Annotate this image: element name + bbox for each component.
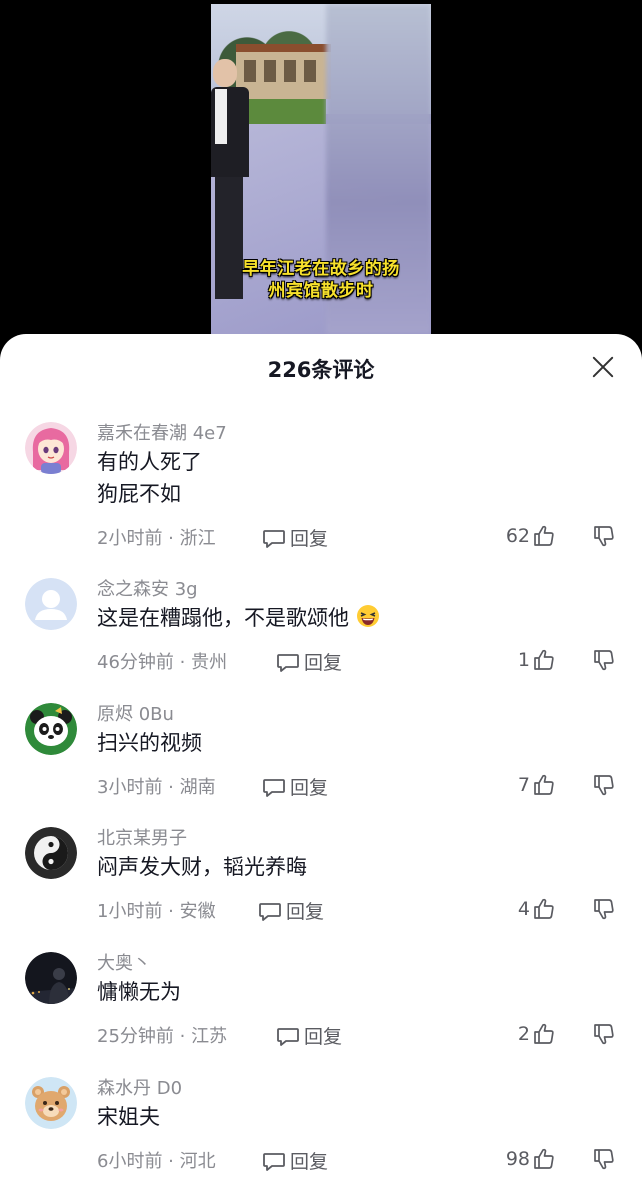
comment-time-location: 6小时前 · 河北 (97, 1151, 216, 1172)
comment-text: 这是在糟蹋他，不是歌颂他 (97, 602, 380, 634)
reply-button[interactable]: 回复 (276, 648, 342, 675)
like-count: 2 (517, 1023, 530, 1045)
reply-label: 回复 (290, 1151, 329, 1173)
video-player[interactable]: 早年江老在故乡的扬 州宾馆散步时 (211, 4, 431, 334)
comment-text-line: 扫兴的视频 (97, 731, 202, 755)
comment-username[interactable]: 北京某男子 (97, 824, 187, 850)
like-count: 62 (505, 525, 530, 547)
comment-username[interactable]: 嘉禾在春潮 4e7 (97, 419, 227, 445)
reply-icon (263, 778, 285, 797)
close-icon[interactable] (590, 354, 616, 380)
reply-label: 回复 (304, 1026, 343, 1048)
avatar[interactable] (25, 422, 77, 474)
like-button[interactable]: 2 (518, 1022, 556, 1046)
video-building (236, 44, 331, 99)
avatar[interactable] (25, 703, 77, 755)
like-button[interactable]: 98 (506, 1147, 556, 1171)
avatar[interactable] (25, 1077, 77, 1129)
reply-button[interactable]: 回复 (262, 524, 328, 551)
yin-yang-avatar-icon (25, 827, 77, 879)
thumbs-up-icon (534, 774, 554, 795)
reply-button[interactable]: 回复 (276, 1022, 342, 1049)
reply-label: 回复 (290, 777, 329, 799)
like-button[interactable]: 4 (518, 897, 556, 921)
like-count: 98 (505, 1148, 530, 1170)
avatar[interactable] (25, 952, 77, 1004)
thumbs-down-icon[interactable] (592, 773, 616, 797)
comment-username[interactable]: 念之森安 3g (97, 575, 198, 601)
reply-icon (259, 902, 281, 921)
thumbs-down-icon[interactable] (592, 897, 616, 921)
comments-header: 226条评论 (0, 334, 642, 400)
laughing-emoji-icon (356, 605, 379, 627)
comments-sheet: 226条评论 嘉禾在春潮 4e7 有的人死了 狗屁不如 2小时前 · 浙江 回复… (0, 334, 642, 1200)
app-screen: 早年江老在故乡的扬 州宾馆散步时 226条评论 嘉禾在春潮 4e7 有的人死了 … (0, 0, 642, 1200)
reply-button[interactable]: 回复 (262, 1147, 328, 1174)
reply-button[interactable]: 回复 (258, 897, 324, 924)
thumbs-up-icon (534, 898, 554, 919)
bear-avatar-icon (25, 1077, 77, 1129)
reply-icon (277, 653, 299, 672)
comment-username[interactable]: 森水丹 D0 (97, 1074, 182, 1100)
thumbs-down-icon[interactable] (592, 524, 616, 548)
thumbs-down-icon[interactable] (592, 1022, 616, 1046)
comment-time-location: 46分钟前 · 贵州 (97, 652, 228, 673)
comment-text-line: 有的人死了 (97, 450, 202, 474)
like-count: 1 (517, 649, 530, 671)
thumbs-up-icon (534, 525, 554, 546)
default-user-avatar-icon (25, 578, 77, 630)
comment-text: 闷声发大财，韬光养晦 (97, 851, 307, 883)
comment-username[interactable]: 原烬 0Bu (97, 700, 174, 726)
reply-label: 回复 (304, 652, 343, 674)
reply-icon (263, 1152, 285, 1171)
video-caption-line1: 早年江老在故乡的扬 (242, 259, 400, 279)
comment-text-line: 狗屁不如 (97, 482, 181, 506)
like-button[interactable]: 1 (518, 648, 556, 672)
thumbs-up-icon (534, 649, 554, 670)
reply-icon (263, 529, 285, 548)
comment-text-line: 这是在糟蹋他，不是歌颂他 (97, 606, 349, 630)
comment-username[interactable]: 大奥丶 (97, 949, 151, 975)
video-caption: 早年江老在故乡的扬 州宾馆散步时 (211, 258, 431, 302)
comment-time-location: 1小时前 · 安徽 (97, 901, 216, 922)
reply-button[interactable]: 回复 (262, 773, 328, 800)
panda-avatar-icon (25, 703, 77, 755)
night-photo-avatar-icon (25, 952, 77, 1004)
comment-text: 宋姐夫 (97, 1101, 160, 1133)
reply-icon (277, 1027, 299, 1046)
comment-time-location: 2小时前 · 浙江 (97, 528, 216, 549)
comment-text-line: 宋姐夫 (97, 1105, 160, 1129)
like-count: 7 (517, 774, 530, 796)
like-count: 4 (517, 898, 530, 920)
comments-count-title: 226条评论 (267, 358, 375, 382)
comment-text-line: 闷声发大财，韬光养晦 (97, 855, 307, 879)
thumbs-up-icon (534, 1023, 554, 1044)
thumbs-up-icon (534, 1148, 554, 1169)
avatar[interactable] (25, 578, 77, 630)
comment-text: 扫兴的视频 (97, 727, 202, 759)
comment-text: 有的人死了 狗屁不如 (97, 446, 202, 510)
comment-text: 慵懒无为 (97, 976, 181, 1008)
video-caption-line2: 州宾馆散步时 (268, 281, 374, 301)
reply-label: 回复 (286, 901, 325, 923)
anime-girl-avatar-icon (25, 422, 77, 474)
comment-text-line: 慵懒无为 (97, 980, 181, 1004)
avatar[interactable] (25, 827, 77, 879)
reply-label: 回复 (290, 528, 329, 550)
like-button[interactable]: 7 (518, 773, 556, 797)
like-button[interactable]: 62 (506, 524, 556, 548)
thumbs-down-icon[interactable] (592, 1147, 616, 1171)
thumbs-down-icon[interactable] (592, 648, 616, 672)
comment-time-location: 25分钟前 · 江苏 (97, 1026, 228, 1047)
comment-time-location: 3小时前 · 湖南 (97, 777, 216, 798)
